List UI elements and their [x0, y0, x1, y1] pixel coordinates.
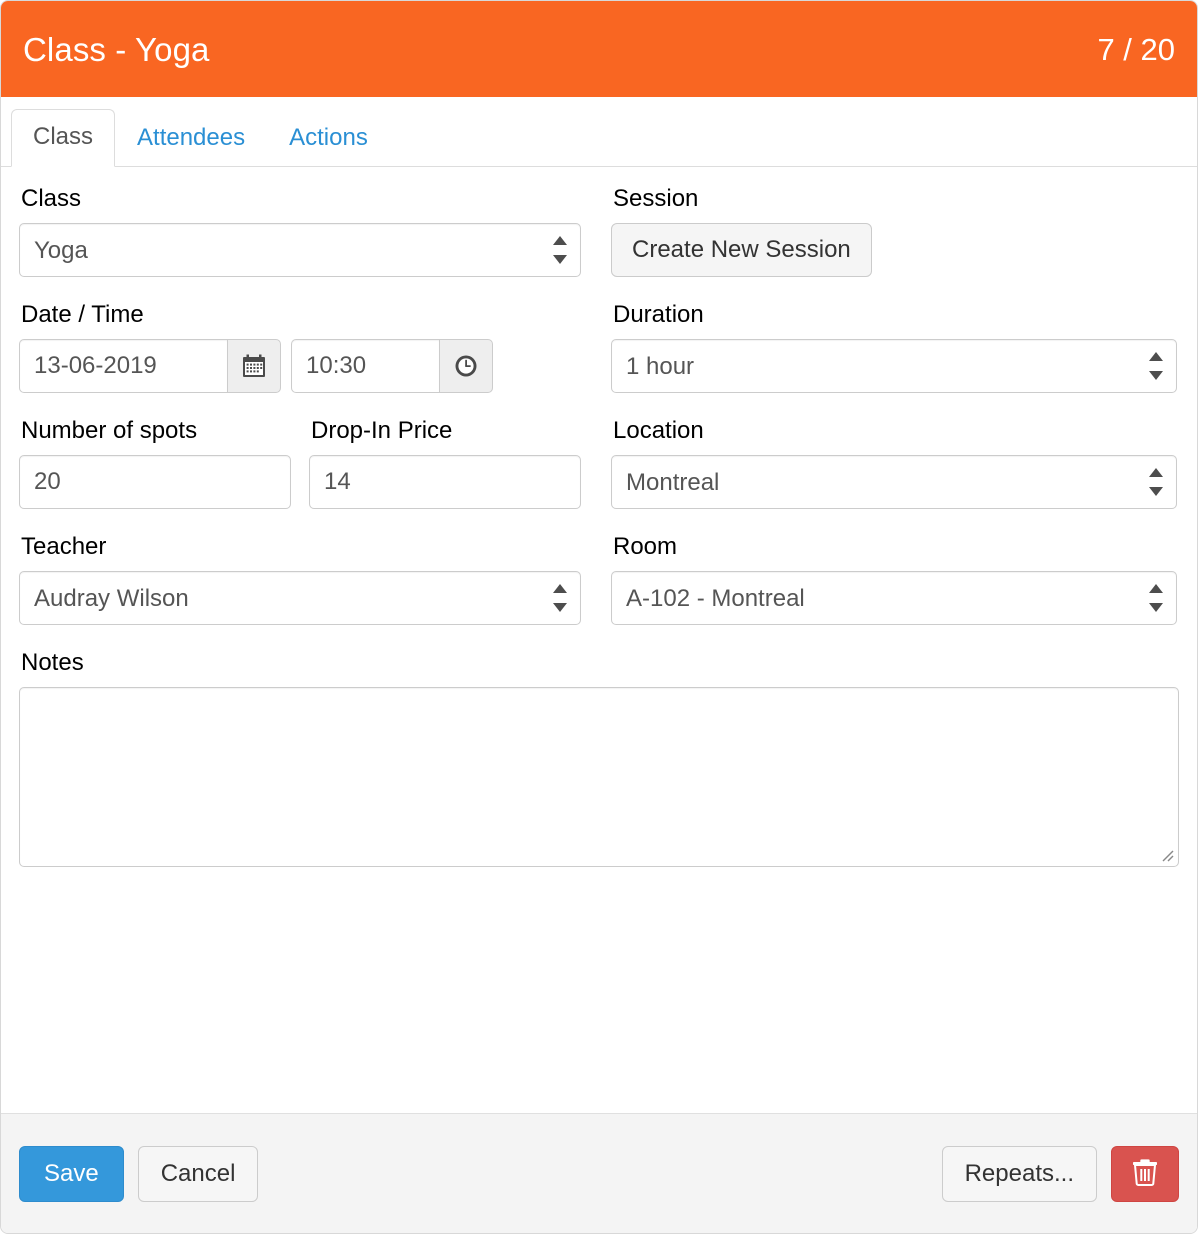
trash-icon: [1132, 1158, 1158, 1189]
spots-input[interactable]: [19, 455, 291, 509]
class-edit-modal: Class - Yoga 7 / 20 Class Attendees Acti…: [0, 0, 1198, 1234]
label-teacher: Teacher: [21, 535, 581, 559]
room-select[interactable]: A-102 - Montreal: [611, 571, 1177, 625]
field-room: Room A-102 - Montreal: [611, 535, 1177, 625]
notes-textarea[interactable]: [19, 687, 1179, 867]
field-teacher: Teacher Audray Wilson: [19, 535, 581, 625]
page-title: Class - Yoga: [23, 33, 210, 66]
tab-actions[interactable]: Actions: [267, 110, 390, 167]
field-duration: Duration 1 hour: [611, 303, 1177, 393]
label-room: Room: [613, 535, 1177, 559]
field-location: Location Montreal: [611, 419, 1177, 509]
field-notes: Notes: [19, 651, 1179, 867]
cancel-button[interactable]: Cancel: [138, 1146, 259, 1202]
create-new-session-button[interactable]: Create New Session: [611, 223, 872, 277]
tab-bar: Class Attendees Actions: [1, 97, 1197, 167]
date-input-group: [19, 339, 281, 393]
price-input[interactable]: [309, 455, 581, 509]
clock-icon[interactable]: [439, 339, 493, 393]
record-counter: 7 / 20: [1097, 34, 1175, 65]
calendar-icon[interactable]: [227, 339, 281, 393]
form-body: Class Yoga Session Create New Session Da…: [1, 167, 1197, 1113]
duration-select[interactable]: 1 hour: [611, 339, 1177, 393]
field-spots-price: Number of spots Drop-In Price: [19, 419, 581, 509]
field-datetime: Date / Time: [19, 303, 581, 393]
label-duration: Duration: [613, 303, 1177, 327]
label-class: Class: [21, 187, 581, 211]
tab-attendees[interactable]: Attendees: [115, 110, 267, 167]
footer-left-actions: Save Cancel: [19, 1146, 258, 1202]
field-session: Session Create New Session: [611, 187, 1177, 277]
footer-right-actions: Repeats...: [942, 1146, 1179, 1202]
tab-class[interactable]: Class: [11, 109, 115, 167]
label-spots: Number of spots: [21, 419, 291, 443]
teacher-select[interactable]: Audray Wilson: [19, 571, 581, 625]
field-price: Drop-In Price: [309, 419, 581, 509]
label-location: Location: [613, 419, 1177, 443]
save-button[interactable]: Save: [19, 1146, 124, 1202]
location-select[interactable]: Montreal: [611, 455, 1177, 509]
modal-footer: Save Cancel Repeats...: [1, 1113, 1197, 1233]
field-class: Class Yoga: [19, 187, 581, 277]
class-select[interactable]: Yoga: [19, 223, 581, 277]
label-session: Session: [613, 187, 1177, 211]
label-datetime: Date / Time: [21, 303, 581, 327]
date-input[interactable]: [19, 339, 227, 393]
time-input[interactable]: [291, 339, 439, 393]
label-price: Drop-In Price: [311, 419, 581, 443]
delete-button[interactable]: [1111, 1146, 1179, 1202]
label-notes: Notes: [21, 651, 1179, 675]
repeats-button[interactable]: Repeats...: [942, 1146, 1097, 1202]
time-input-group: [291, 339, 493, 393]
field-spots: Number of spots: [19, 419, 291, 509]
modal-header: Class - Yoga 7 / 20: [1, 1, 1197, 97]
